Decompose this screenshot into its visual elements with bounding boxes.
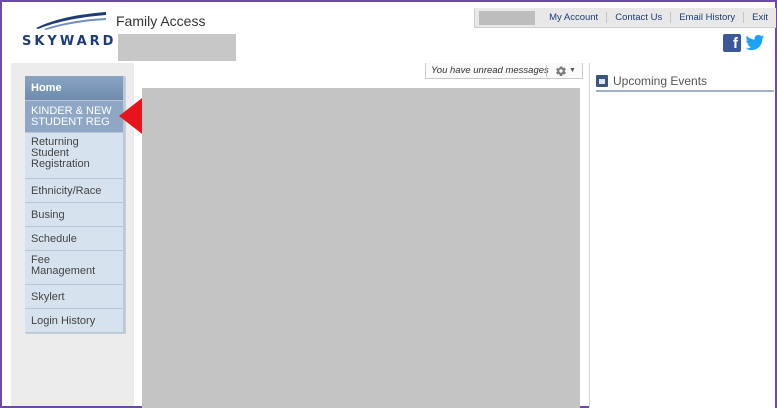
sidebar-item-login-history[interactable]: Login History (25, 309, 123, 333)
unread-messages-text[interactable]: You have unread messages (426, 65, 549, 76)
sidebar-item-home[interactable]: Home (25, 76, 123, 101)
right-panel: Upcoming Events (589, 63, 775, 408)
sidebar-item-returning-student-registration[interactable]: Returning Student Registration (25, 133, 123, 179)
skyward-logo[interactable]: SKYWARD (22, 12, 113, 52)
logo-swoosh (36, 12, 106, 30)
sidebar-nav: Home KINDER & NEW STUDENT REG Returning … (25, 76, 125, 333)
facebook-icon[interactable]: f (723, 34, 741, 52)
app-title: Family Access (116, 13, 206, 29)
email-history-link[interactable]: Email History (670, 12, 743, 23)
sidebar-item-ethnicity-race[interactable]: Ethnicity/Race (25, 179, 123, 203)
upcoming-events-title: Upcoming Events (613, 74, 708, 88)
logo-text: SKYWARD (22, 34, 117, 49)
sidebar-item-skylert[interactable]: Skylert (25, 285, 123, 309)
top-links-bar: My Account Contact Us Email History Exit (474, 8, 776, 28)
exit-link[interactable]: Exit (743, 12, 776, 23)
gear-icon (556, 65, 566, 76)
sidebar-item-fee-management[interactable]: Fee Management (25, 251, 123, 285)
twitter-icon[interactable] (745, 34, 765, 52)
calendar-icon (596, 75, 608, 87)
sidebar-item-busing[interactable]: Busing (25, 203, 123, 227)
sidebar-item-kinder-new-student-reg[interactable]: KINDER & NEW STUDENT REG (25, 101, 123, 133)
main-content-redacted (142, 88, 580, 408)
chevron-down-icon: ▼ (569, 67, 576, 74)
student-selector-redacted[interactable] (479, 10, 536, 25)
unread-messages-bar[interactable]: You have unread messages ▼ (425, 63, 583, 79)
upcoming-events-header[interactable]: Upcoming Events (596, 72, 774, 92)
social-links: f (723, 34, 765, 52)
header: SKYWARD Family Access My Account Contact… (2, 2, 776, 62)
my-account-link[interactable]: My Account (535, 12, 606, 23)
settings-menu-button[interactable]: ▼ (547, 65, 576, 77)
contact-us-link[interactable]: Contact Us (606, 12, 670, 23)
sidebar-item-schedule[interactable]: Schedule (25, 227, 123, 251)
user-name-redacted (118, 34, 236, 61)
